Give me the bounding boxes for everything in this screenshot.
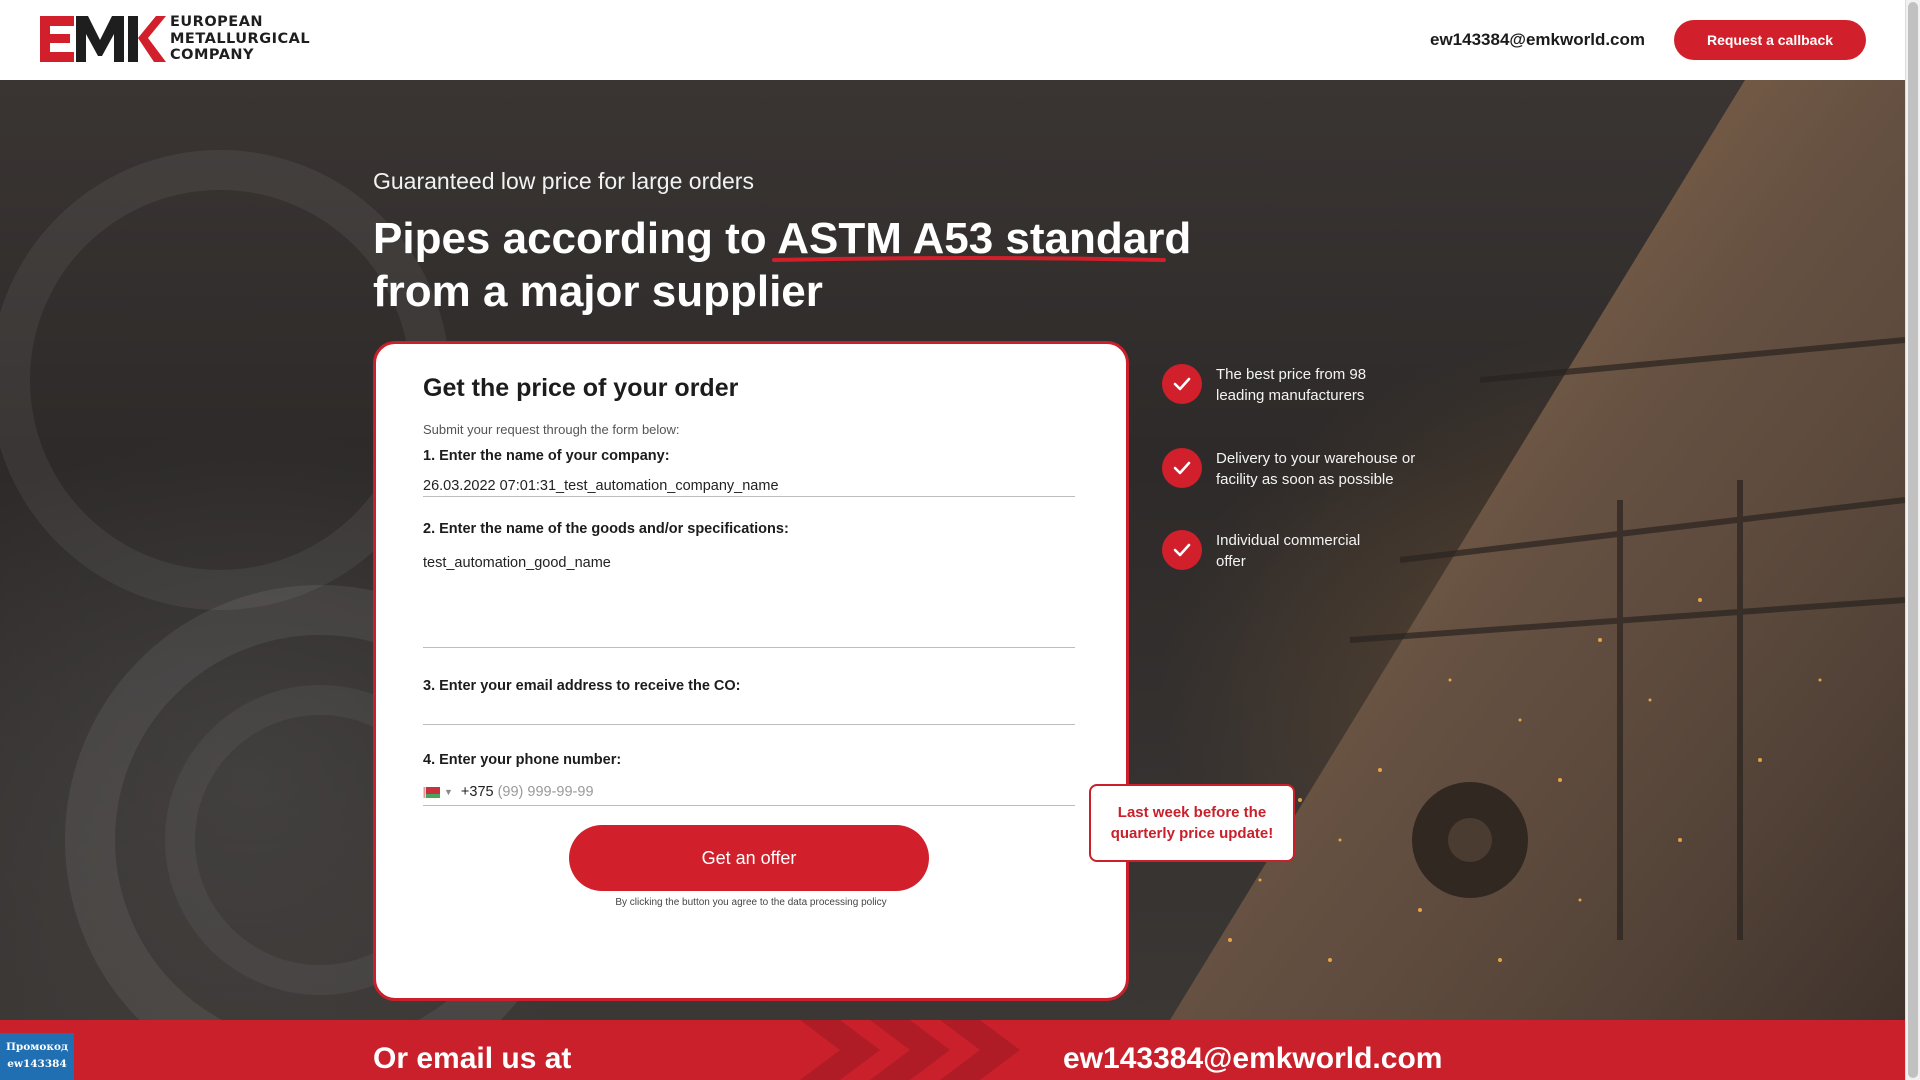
form-title: Get the price of your order <box>423 374 739 402</box>
goods-textarea[interactable]: test_automation_good_name <box>423 555 1075 648</box>
scrollbar-thumb[interactable] <box>1908 2 1918 1078</box>
data-policy-link[interactable]: data processing policy <box>788 897 887 908</box>
caret-down-icon[interactable]: ▼ <box>444 787 453 797</box>
benefit-item: Individual commercial offer <box>1162 530 1436 572</box>
hero-section: Guaranteed low price for large orders Pi… <box>0 80 1905 1020</box>
promo-code-badge[interactable]: Промокод ew143384 <box>0 1033 74 1080</box>
email-us-band: Or email us at ew143384@emkworld.com <box>0 1020 1905 1080</box>
agreement-text: By clicking the button you agree to the … <box>376 897 1126 908</box>
check-icon <box>1162 364 1202 404</box>
benefit-line: facility as soon as possible <box>1216 471 1394 488</box>
benefit-line: offer <box>1216 553 1246 570</box>
promo-code: ew143384 <box>7 1058 67 1070</box>
check-icon <box>1162 530 1202 570</box>
hero-title: Pipes according to ASTM A53 standard fro… <box>373 212 1273 318</box>
benefit-text: Delivery to your warehouse or facility a… <box>1216 448 1436 490</box>
notice-line: quarterly price update! <box>1110 825 1274 842</box>
company-name-input[interactable] <box>423 476 1075 497</box>
order-form: Get the price of your order Submit your … <box>373 341 1129 1001</box>
logo-text: EUROPEAN METALLURGICAL COMPANY <box>170 14 310 64</box>
form-subtitle: Submit your request through the form bel… <box>423 422 680 437</box>
email-us-label: Or email us at <box>373 1042 572 1075</box>
agreement-prefix: By clicking the button you agree to the <box>615 897 785 908</box>
page-scrollbar[interactable] <box>1905 0 1920 1080</box>
benefit-line: The best price from 98 <box>1216 366 1367 383</box>
phone-country-code: +375 <box>460 784 494 800</box>
company-field-label: 1. Enter the name of your company: <box>423 448 670 464</box>
logo-text-line: COMPANY <box>170 47 255 64</box>
get-offer-button[interactable]: Get an offer <box>569 825 929 891</box>
footer-email-link[interactable]: ew143384@emkworld.com <box>1063 1042 1442 1076</box>
email-field-label: 3. Enter your email address to receive t… <box>423 678 741 694</box>
header-email-link[interactable]: ew143384@emkworld.com <box>1430 30 1645 50</box>
request-callback-button[interactable]: Request a callback <box>1674 20 1866 60</box>
price-update-notice: Last week before the quarterly price upd… <box>1089 784 1295 862</box>
phone-field-label: 4. Enter your phone number: <box>423 752 622 768</box>
chevrons-decoration <box>800 1020 1020 1080</box>
notice-line: Last week before the <box>1117 804 1267 821</box>
benefit-text: The best price from 98 leading manufactu… <box>1216 364 1436 406</box>
promo-label: Промокод <box>6 1041 68 1053</box>
logo-text-line: EUROPEAN <box>170 14 264 31</box>
emk-logo-mark <box>40 16 166 62</box>
goods-field-label: 2. Enter the name of the goods and/or sp… <box>423 521 789 537</box>
title-underline-decoration <box>772 256 1166 262</box>
belarus-flag-icon[interactable] <box>423 786 440 798</box>
hero-subtitle: Guaranteed low price for large orders <box>373 168 754 194</box>
benefit-line: leading manufacturers <box>1216 387 1365 404</box>
logo-text-line: METALLURGICAL <box>170 30 311 47</box>
benefit-item: Delivery to your warehouse or facility a… <box>1162 448 1436 490</box>
benefit-item: The best price from 98 leading manufactu… <box>1162 364 1436 406</box>
check-icon <box>1162 448 1202 488</box>
benefit-text: Individual commercial offer <box>1216 530 1436 572</box>
benefit-line: Individual commercial <box>1216 532 1361 549</box>
benefit-line: Delivery to your warehouse or <box>1216 450 1416 467</box>
site-header: EUROPEAN METALLURGICAL COMPANY ew143384@… <box>0 0 1905 81</box>
email-input[interactable] <box>423 702 1075 725</box>
hero-title-line: from a major supplier <box>373 267 823 316</box>
phone-input[interactable] <box>497 784 1075 800</box>
phone-field: ▼ +375 <box>423 779 1075 806</box>
company-logo[interactable]: EUROPEAN METALLURGICAL COMPANY <box>40 14 310 64</box>
